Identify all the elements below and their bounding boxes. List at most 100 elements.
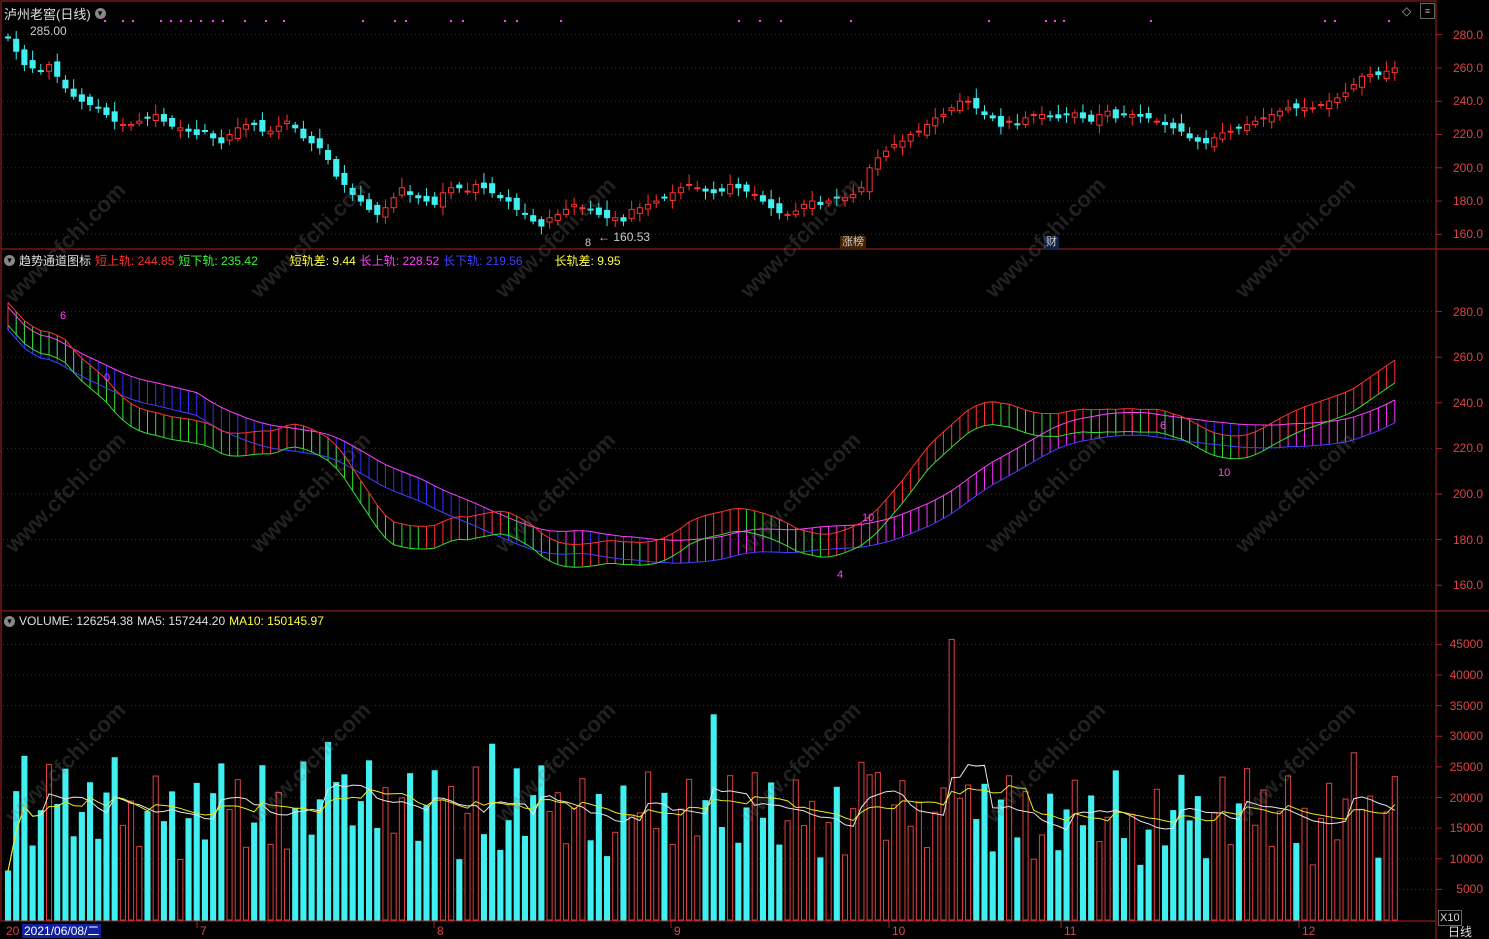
candle-body — [128, 124, 135, 127]
chart-canvas: 6 0 4 10 6 10 — [0, 0, 1489, 939]
chevron-down-icon[interactable]: ▾ — [94, 8, 106, 19]
volume-bar — [1276, 810, 1283, 921]
candle-body — [948, 107, 955, 112]
volume-bar — [612, 831, 619, 921]
candle-body — [973, 98, 980, 109]
candle-body — [612, 217, 619, 221]
candle-body — [677, 187, 684, 194]
candle-body — [538, 219, 545, 227]
signal-dot — [1150, 20, 1152, 22]
volume-bar — [267, 843, 274, 921]
signal-badge[interactable]: 8 — [583, 237, 593, 250]
period-label[interactable]: 日线 — [1448, 925, 1472, 939]
signal-dot — [1334, 20, 1336, 22]
candle-body — [1293, 103, 1300, 109]
volume-bar — [768, 782, 775, 921]
candle-body — [29, 60, 36, 69]
volume-bar — [300, 761, 307, 921]
volume-bar — [185, 818, 192, 921]
indicator-tick: 160.0 — [1452, 578, 1483, 593]
volume-bar — [423, 805, 430, 921]
volume-tick: 45000 — [1449, 637, 1483, 652]
volume-bar — [792, 779, 799, 921]
candle-body — [45, 64, 53, 72]
volume-tick: 25000 — [1449, 759, 1483, 774]
signal-dot — [405, 20, 407, 22]
candle-body — [743, 184, 750, 192]
candle-body — [940, 114, 947, 118]
finance-badge[interactable]: 财 — [1044, 236, 1059, 249]
candle-body — [1342, 92, 1349, 98]
limit-up-badge[interactable]: 涨榜 — [840, 236, 866, 249]
volume-bar — [1268, 846, 1275, 921]
panel-menu-icon[interactable]: ≡ — [1420, 3, 1435, 19]
volume-tick: 40000 — [1449, 668, 1483, 682]
candle-body — [193, 129, 200, 135]
candle-body — [37, 70, 44, 73]
candle-body — [874, 157, 881, 170]
volume-bar — [686, 778, 693, 921]
candle-body — [513, 197, 520, 210]
candle-body — [603, 209, 611, 219]
month-tick: 8 — [437, 924, 444, 938]
volume-bar — [259, 765, 266, 921]
indicator-value-2: 短轨差: 9.44 — [289, 254, 356, 268]
signal-dot — [190, 20, 192, 22]
candle-body — [456, 184, 463, 189]
candle-body — [645, 203, 652, 210]
volume-bar — [1211, 811, 1218, 921]
volume-bar — [1047, 793, 1054, 921]
candle-body — [956, 100, 963, 112]
volume-bar — [21, 755, 28, 921]
candle-body — [259, 120, 266, 132]
candle-body — [283, 120, 291, 125]
volume-bar — [95, 838, 102, 921]
diamond-icon[interactable]: ◇ — [1402, 4, 1411, 18]
indicator-name[interactable]: 趋势通道图标 — [19, 252, 91, 269]
chevron-down-icon[interactable]: ▾ — [4, 615, 15, 627]
volume-bar — [1326, 782, 1333, 921]
volume-bar — [1120, 838, 1128, 921]
signal-dot — [1063, 20, 1065, 22]
volume-bar — [1252, 824, 1259, 921]
volume-bar — [505, 820, 512, 921]
candle-body — [1301, 107, 1308, 112]
signal-dot — [1324, 20, 1326, 22]
candle-body — [111, 111, 118, 122]
signal-dot — [283, 20, 285, 22]
volume-bar — [1334, 839, 1341, 921]
volume-bar — [981, 783, 988, 921]
signal-dot — [504, 20, 506, 22]
volume-bar — [579, 778, 586, 921]
candle-body — [965, 100, 972, 103]
volume-bar — [1350, 752, 1357, 921]
month-tick: 11 — [1064, 924, 1077, 938]
signal-dot — [132, 20, 134, 22]
volume-tick: 15000 — [1449, 821, 1483, 836]
volume-bar — [1358, 808, 1366, 921]
stock-title[interactable]: 泸州老窖(日线) — [4, 4, 91, 23]
volume-bar — [891, 804, 898, 921]
candle-body — [858, 187, 865, 193]
candle-body — [1194, 137, 1201, 142]
volume-bar — [841, 854, 849, 921]
candle-body — [1120, 113, 1128, 116]
indicator-tick: 200.0 — [1452, 487, 1483, 501]
candle-body — [382, 207, 389, 218]
volume-bar — [1161, 845, 1169, 921]
volume-bar — [759, 817, 766, 921]
volume-value-2: MA10: 150145.97 — [229, 614, 324, 628]
candle-body — [1079, 112, 1087, 119]
chevron-down-icon[interactable]: ▾ — [4, 255, 15, 266]
candle-body — [751, 193, 758, 196]
cursor-date-label: 2021/06/08/二 — [22, 924, 102, 938]
indicator-value-0: 短上轨: 244.85 — [95, 254, 175, 268]
candle-body — [546, 217, 553, 223]
month-tick: 9 — [674, 924, 681, 938]
candle-body — [1211, 137, 1218, 148]
candle-body — [390, 197, 397, 209]
candle-body — [628, 208, 635, 219]
volume-bar — [603, 856, 611, 921]
volume-bar — [1194, 796, 1201, 921]
volume-bar — [283, 848, 291, 921]
